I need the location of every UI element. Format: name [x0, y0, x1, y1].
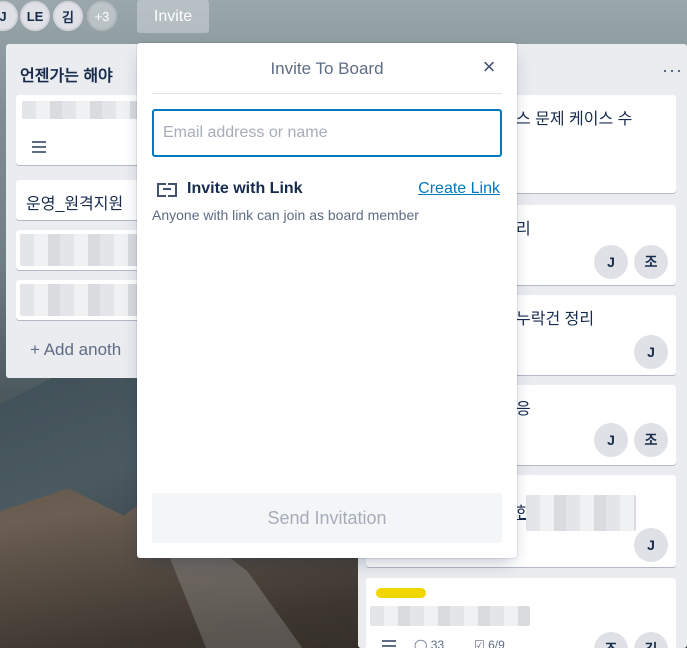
card-member-avatar[interactable]: J	[634, 528, 668, 562]
comments-count: 33	[430, 638, 445, 648]
card-title: 스 문제 케이스 수	[516, 111, 633, 128]
invite-link-description: Anyone with link can join as board membe…	[152, 207, 419, 223]
card-title: 응	[516, 401, 531, 418]
checklist-count: 6/9	[488, 638, 505, 648]
card-member-avatar[interactable]: 조	[594, 632, 628, 648]
comments-badge: ◯ 33	[414, 638, 444, 648]
redacted-text	[370, 606, 530, 626]
list-menu-icon[interactable]: ···	[662, 60, 683, 81]
popover-title: Invite To Board	[270, 59, 384, 78]
card-title: 누락건 정리	[516, 311, 595, 328]
description-icon	[32, 141, 46, 153]
invite-with-link-label: Invite with Link	[187, 180, 303, 197]
divider	[152, 93, 502, 94]
invite-popover: Invite To Board × Invite with Link Creat…	[137, 43, 517, 558]
member-initials: 조	[644, 432, 658, 448]
member-initials: J	[607, 254, 615, 270]
avatar-initials: 김	[62, 9, 74, 25]
close-icon[interactable]: ×	[477, 54, 501, 79]
avatar[interactable]: J	[0, 1, 18, 31]
member-initials: 김	[645, 639, 658, 648]
invite-button-label: Invite	[153, 7, 193, 25]
invite-button[interactable]: Invite	[137, 0, 209, 33]
board-header: J LE 김 +3 Invite	[0, 0, 687, 34]
member-initials: J	[647, 344, 655, 360]
create-link-button[interactable]: Create Link	[418, 180, 500, 198]
member-initials: 조	[644, 254, 658, 270]
checklist-badge: ☑ 6/9	[474, 638, 505, 648]
avatar-initials: +3	[94, 8, 110, 24]
more-members-button[interactable]: +3	[87, 1, 117, 31]
redacted-text	[526, 495, 636, 531]
send-invitation-button[interactable]: Send Invitation	[152, 493, 502, 543]
card-member-avatar[interactable]: J	[594, 245, 628, 279]
card-member-avatar[interactable]: 조	[634, 423, 668, 457]
avatar-initials: J	[0, 8, 7, 24]
avatar[interactable]: 김	[53, 1, 83, 31]
card-member-avatar[interactable]: 조	[634, 245, 668, 279]
card-label-yellow[interactable]	[376, 588, 426, 598]
link-icon	[157, 183, 177, 197]
avatar[interactable]: LE	[20, 1, 50, 31]
card-title: 리	[516, 221, 531, 238]
avatar-initials: LE	[26, 8, 44, 24]
member-initials: J	[647, 537, 655, 553]
list-title[interactable]: 언젠가는 해야	[20, 62, 113, 86]
member-initials: J	[607, 432, 615, 448]
email-or-name-input[interactable]	[152, 109, 502, 157]
member-initials: 조	[605, 639, 618, 648]
card-member-avatar[interactable]: 김	[634, 632, 668, 648]
card-member-avatar[interactable]: J	[594, 423, 628, 457]
description-icon	[382, 640, 396, 648]
card-member-avatar[interactable]: J	[634, 335, 668, 369]
card-title: 운영_원격지원	[26, 196, 124, 213]
add-card-button[interactable]: + Add anoth	[30, 340, 121, 360]
